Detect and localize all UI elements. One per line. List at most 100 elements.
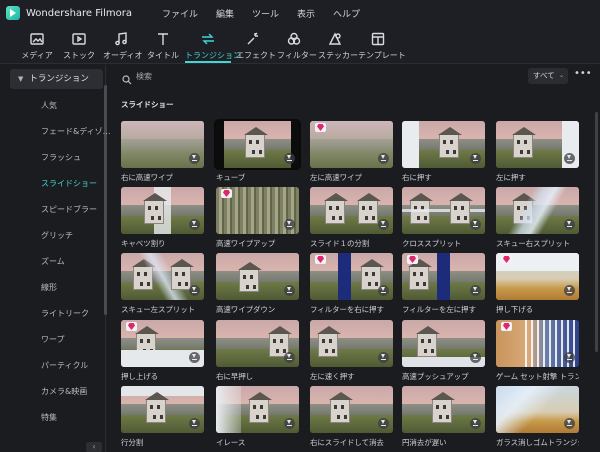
tab-filter[interactable]: フィルター xyxy=(277,31,317,61)
download-icon[interactable] xyxy=(470,352,481,363)
download-icon[interactable] xyxy=(378,352,389,363)
transition-card[interactable]: 右にスライドして消去 xyxy=(310,386,393,448)
menu-help[interactable]: ヘルプ xyxy=(333,7,360,20)
download-icon[interactable] xyxy=(284,352,295,363)
download-icon[interactable] xyxy=(564,153,575,164)
transition-label: 押し下げる xyxy=(496,305,533,314)
tab-transition[interactable]: トランジション xyxy=(185,31,241,61)
chevron-down-icon: ⌄ xyxy=(558,72,564,79)
download-icon[interactable] xyxy=(189,285,200,296)
filter-selected-value: すべて xyxy=(533,71,555,80)
menu-view[interactable]: 表示 xyxy=(297,7,315,20)
transition-thumbnail xyxy=(310,386,393,433)
tab-template[interactable]: テンプレート xyxy=(358,31,406,61)
sidebar-header-label: トランジション xyxy=(29,74,89,84)
menu-file[interactable]: ファイル xyxy=(162,7,198,20)
sidebar-scrollbar[interactable] xyxy=(104,85,107,315)
sidebar-item-flash[interactable]: フラッシュ xyxy=(41,152,81,163)
download-icon[interactable] xyxy=(378,219,389,230)
transition-card[interactable]: 左に高速ワイプ xyxy=(310,121,393,183)
transition-card[interactable]: ゲーム セット射撃 トランジ… xyxy=(496,320,579,382)
download-icon[interactable] xyxy=(378,418,389,429)
download-icon[interactable] xyxy=(378,285,389,296)
download-icon[interactable] xyxy=(470,219,481,230)
transition-card[interactable]: 高速ワイプダウン xyxy=(216,253,299,315)
download-icon[interactable] xyxy=(564,285,575,296)
transition-card[interactable]: フィルターを左に押す xyxy=(402,253,485,315)
transition-card[interactable]: スキュー左スプリット xyxy=(121,253,204,315)
filter-dropdown[interactable]: すべて ⌄ xyxy=(528,68,568,84)
transition-thumbnail xyxy=(310,121,393,168)
sidebar-item-light-leak[interactable]: ライトリーク xyxy=(41,308,89,319)
download-icon[interactable] xyxy=(189,153,200,164)
download-icon[interactable] xyxy=(470,153,481,164)
sidebar-item-popular[interactable]: 人気 xyxy=(41,100,57,111)
sidebar-item-camera-film[interactable]: カメラ&映画 xyxy=(41,386,87,397)
transition-card[interactable]: ガラス消しゴムトランジション xyxy=(496,386,579,448)
search-input[interactable] xyxy=(136,68,336,84)
download-icon[interactable] xyxy=(470,418,481,429)
sidebar-item-fade[interactable]: フェード&ディゾ… xyxy=(41,126,111,137)
tab-template-label: テンプレート xyxy=(358,51,406,60)
tab-effect[interactable]: エフェクト xyxy=(236,31,276,61)
content-scrollbar[interactable] xyxy=(595,112,598,352)
tab-audio[interactable]: オーディオ xyxy=(103,31,142,61)
transition-thumbnail xyxy=(496,187,579,234)
transition-card[interactable]: スライド１の分割 xyxy=(310,187,393,249)
transition-card[interactable]: 左に速く押す xyxy=(310,320,393,382)
download-icon[interactable] xyxy=(470,285,481,296)
sidebar-item-warp[interactable]: ワープ xyxy=(41,334,65,345)
transition-card[interactable]: スキュー右スプリット xyxy=(496,187,579,249)
download-icon[interactable] xyxy=(564,219,575,230)
transition-thumbnail xyxy=(121,320,204,367)
transition-card[interactable]: 行分割 xyxy=(121,386,204,448)
sidebar-item-glitch[interactable]: グリッチ xyxy=(41,230,73,241)
download-icon[interactable] xyxy=(378,153,389,164)
search-icon xyxy=(122,70,132,89)
tab-sticker[interactable]: ステッカー xyxy=(318,31,358,61)
transition-card[interactable]: フィルターを右に押す xyxy=(310,253,393,315)
tab-transition-label: トランジション xyxy=(185,51,241,60)
transition-card[interactable]: クロススプリット xyxy=(402,187,485,249)
download-icon[interactable] xyxy=(284,219,295,230)
transition-card[interactable]: 円消去が遅い xyxy=(402,386,485,448)
transition-card[interactable]: キューブ xyxy=(214,119,301,183)
download-icon[interactable] xyxy=(189,352,200,363)
download-icon[interactable] xyxy=(564,352,575,363)
caret-down-icon: ▼ xyxy=(18,75,24,83)
sidebar-item-particle[interactable]: パーティクル xyxy=(41,360,88,371)
transition-card[interactable]: 押し上げる xyxy=(121,320,204,382)
sidebar-header[interactable]: ▼ トランジション xyxy=(10,69,103,89)
transition-card[interactable]: 左に押す xyxy=(496,121,579,183)
sidebar-item-featured[interactable]: 特集 xyxy=(41,412,57,423)
transition-card[interactable]: イレース xyxy=(216,386,299,448)
transition-card[interactable]: 押し下げる xyxy=(496,253,579,315)
sidebar-item-zoom[interactable]: ズーム xyxy=(41,256,65,267)
transition-card[interactable]: 高速プッシュアップ xyxy=(402,320,485,382)
sidebar-item-speed-blur[interactable]: スピードブラー xyxy=(41,204,97,215)
download-icon[interactable] xyxy=(189,418,200,429)
tab-media[interactable]: メディア xyxy=(20,31,54,61)
download-icon[interactable] xyxy=(284,285,295,296)
tab-filter-label: フィルター xyxy=(277,51,317,60)
transition-card[interactable]: 右に高速ワイプ xyxy=(121,121,204,183)
sidebar-item-linear[interactable]: 線形 xyxy=(41,282,57,293)
download-icon[interactable] xyxy=(189,219,200,230)
more-options-button[interactable]: ••• xyxy=(574,68,592,84)
download-icon[interactable] xyxy=(284,153,295,164)
transition-card[interactable]: 右に押す xyxy=(402,121,485,183)
transition-card[interactable]: キャベツ割り xyxy=(121,187,204,249)
transition-label: 行分割 xyxy=(121,438,144,447)
tab-title[interactable]: タイトル xyxy=(146,31,180,61)
tab-stock[interactable]: ストック xyxy=(62,31,96,61)
sidebar-item-slideshow[interactable]: スライドショー xyxy=(41,178,97,189)
download-icon[interactable] xyxy=(284,418,295,429)
transition-label: 左に押す xyxy=(496,173,526,182)
download-icon[interactable] xyxy=(564,418,575,429)
collapse-sidebar-button[interactable]: ‹ xyxy=(86,442,102,452)
transition-card[interactable]: 右に早押し xyxy=(216,320,299,382)
menu-tools[interactable]: ツール xyxy=(252,7,279,20)
menu-edit[interactable]: 編集 xyxy=(216,7,234,20)
transition-card[interactable]: 高速ワイプアップ xyxy=(216,187,299,249)
transition-label: 高速プッシュアップ xyxy=(402,372,469,381)
